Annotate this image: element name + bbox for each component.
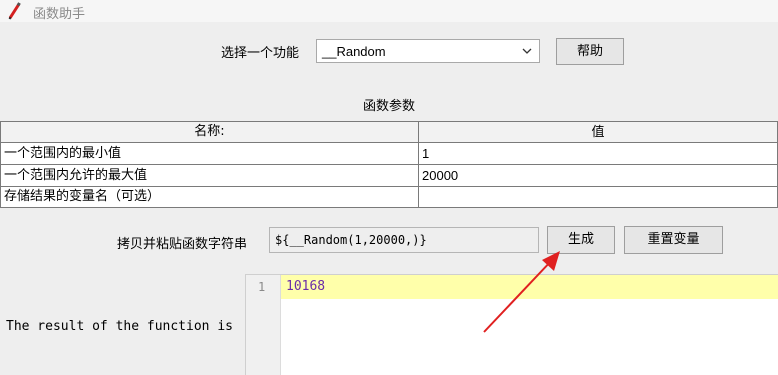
table-row: 一个范围内的最小值 1 bbox=[0, 143, 778, 165]
pencil-icon bbox=[8, 2, 21, 20]
copy-string-label: 拷贝并粘贴函数字符串 bbox=[117, 237, 248, 252]
window-title: 函数助手 bbox=[33, 7, 86, 22]
result-label: The result of the function is bbox=[6, 319, 233, 334]
param-name-cell[interactable]: 存储结果的变量名（可选） bbox=[0, 187, 419, 208]
table-row: 存储结果的变量名（可选） bbox=[0, 187, 778, 208]
function-select-label: 选择一个功能 bbox=[221, 46, 300, 61]
table-row: 一个范围内允许的最大值 20000 bbox=[0, 165, 778, 187]
function-select[interactable]: __Random bbox=[316, 39, 540, 63]
header-value[interactable]: 值 bbox=[419, 121, 778, 143]
result-value[interactable]: 10168 bbox=[286, 279, 325, 294]
param-value-cell[interactable] bbox=[419, 187, 778, 208]
current-line-highlight bbox=[281, 275, 778, 299]
function-string-value: ${__Random(1,20000,)} bbox=[275, 233, 427, 247]
chevron-down-icon[interactable] bbox=[521, 45, 533, 57]
param-value-cell[interactable]: 1 bbox=[419, 143, 778, 165]
param-value-cell[interactable]: 20000 bbox=[419, 165, 778, 187]
result-editor[interactable]: 1 10168 bbox=[245, 274, 778, 375]
table-header-row: 名称: 值 bbox=[0, 121, 778, 143]
line-number-gutter: 1 bbox=[246, 275, 281, 375]
reset-variables-button[interactable]: 重置变量 bbox=[624, 226, 723, 254]
header-name[interactable]: 名称: bbox=[0, 121, 419, 143]
help-button[interactable]: 帮助 bbox=[556, 38, 624, 65]
line-number: 1 bbox=[258, 280, 266, 294]
param-name-cell[interactable]: 一个范围内允许的最大值 bbox=[0, 165, 419, 187]
function-select-value: __Random bbox=[322, 44, 386, 59]
generate-button[interactable]: 生成 bbox=[547, 226, 615, 254]
params-title: 函数参数 bbox=[362, 99, 415, 114]
title-bar: 函数助手 bbox=[0, 0, 778, 22]
param-name-cell[interactable]: 一个范围内的最小值 bbox=[0, 143, 419, 165]
function-string-field[interactable]: ${__Random(1,20000,)} bbox=[269, 227, 539, 253]
